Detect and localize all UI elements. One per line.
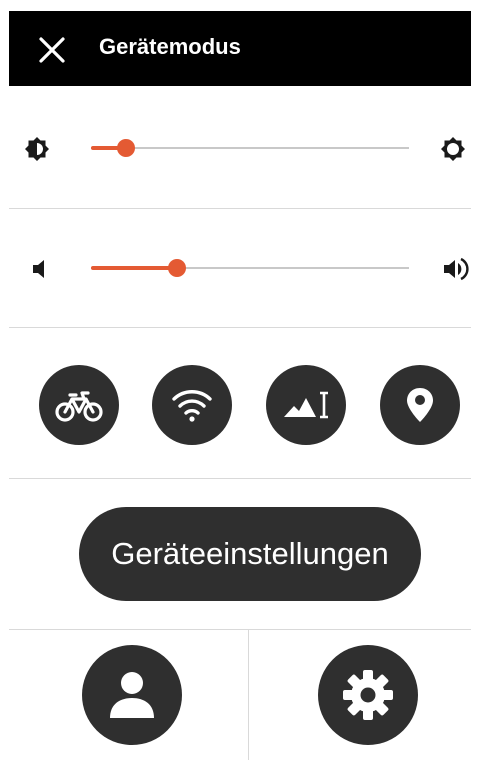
brightness-slider-row: [9, 118, 471, 178]
divider: [9, 327, 471, 328]
gear-icon: [343, 670, 393, 720]
volume-high-icon: [444, 257, 469, 281]
elevation-icon: [284, 391, 328, 419]
wifi-icon: [172, 390, 212, 422]
brightness-low-icon: [25, 137, 49, 161]
brightness-track[interactable]: [91, 139, 409, 157]
header-bar: Gerätemodus: [9, 11, 471, 86]
volume-track[interactable]: [91, 259, 409, 277]
location-pin-icon: [407, 388, 433, 422]
divider: [9, 208, 471, 209]
page-title: Gerätemodus: [99, 34, 241, 59]
close-icon: [39, 37, 65, 63]
bike-icon: [55, 391, 103, 422]
divider: [9, 478, 471, 479]
volume-fill: [91, 266, 177, 270]
user-icon: [110, 672, 154, 718]
volume-slider-row: [9, 238, 471, 298]
location-button[interactable]: [380, 365, 460, 445]
brightness-high-icon: [441, 137, 465, 161]
vertical-divider: [248, 630, 249, 760]
elevation-button[interactable]: [266, 365, 346, 445]
device-settings-button[interactable]: Geräteeinstellungen: [79, 507, 421, 601]
close-button[interactable]: [37, 35, 67, 65]
divider: [9, 629, 471, 630]
profile-button[interactable]: [82, 645, 182, 745]
settings-button[interactable]: [318, 645, 418, 745]
bike-button[interactable]: [39, 365, 119, 445]
volume-low-icon: [33, 260, 44, 278]
brightness-thumb[interactable]: [116, 139, 135, 157]
wifi-button[interactable]: [152, 365, 232, 445]
volume-thumb[interactable]: [167, 259, 186, 277]
